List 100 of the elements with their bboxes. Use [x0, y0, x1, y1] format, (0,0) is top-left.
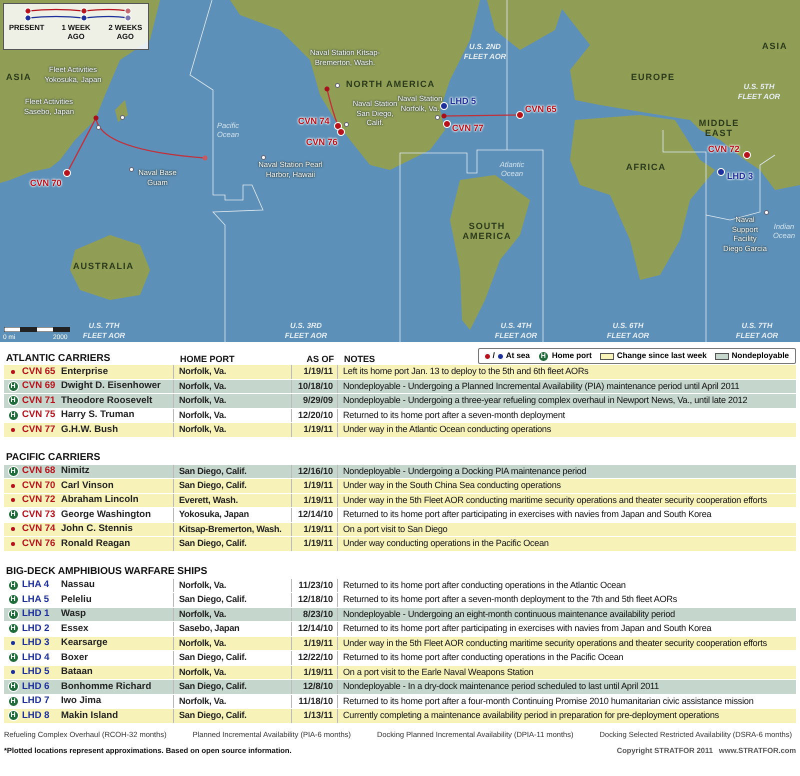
table-cell: Kitsap-Bremerton, Wash. — [174, 522, 292, 536]
hull-number: CVN 75 — [22, 409, 56, 422]
region-label: AFRICA — [626, 162, 666, 172]
table-cell: Yokosuka, Japan — [174, 508, 292, 522]
ship-name: Carl Vinson — [61, 480, 114, 492]
past-position-marker — [442, 114, 446, 118]
table-cell: 12/22/10 — [292, 651, 338, 664]
ship-name: Bataan — [61, 666, 93, 678]
ship-name: Bonhomme Richard — [61, 680, 152, 693]
table-cell: 1/19/11 — [292, 537, 338, 550]
past-position-marker — [324, 86, 330, 92]
ship-name: Theodore Roosevelt — [61, 394, 152, 407]
table-cell: Everett, Wash. — [174, 494, 292, 507]
region-label: ASIA — [762, 41, 788, 51]
table-cell: Norfolk, Va. — [174, 408, 292, 422]
hull-number: CVN 69 — [22, 380, 56, 392]
hull-number: LHD 3 — [22, 637, 50, 650]
table-cell: San Diego, Calif. — [174, 537, 292, 550]
table-cell-text: Nondeployable - Undergoing an eight-month continuous maintenance availability period — [342, 608, 676, 621]
table-cell: Norfolk, Va. — [174, 365, 292, 378]
column-header: AS OF — [305, 353, 335, 365]
hull-number: LHA 5 — [22, 594, 50, 606]
ship-name: Ronald Reagan — [61, 538, 130, 550]
ship-label: CVN 72 — [708, 144, 740, 154]
table-cell: 1/19/11 — [292, 494, 338, 507]
table-cell: Norfolk, Va. — [174, 394, 292, 408]
table-cell: 12/14/10 — [292, 622, 338, 636]
table-cell: 1/19/11 — [292, 479, 338, 492]
table-cell-text: Nondeployable - Undergoing a three-year refueling complex overhaul in Newport News, Va., until late 2012 — [342, 394, 748, 407]
past-position-marker — [202, 156, 208, 160]
ship-name: George Washington — [61, 508, 151, 521]
legend-label: Nondeployable — [732, 351, 789, 361]
table-cell-text: Under way in the South China Sea conducting operations — [342, 479, 562, 492]
table-cell-text: Returned to its home port after conducting operations in the Atlantic Ocean — [342, 578, 627, 592]
base-marker — [764, 210, 769, 215]
table-cell-text: Returned to its home port after participating in exercises with navies from Japan and South Korea — [342, 622, 712, 635]
table-cell: 11/18/10 — [292, 694, 338, 708]
table-cell: 12/14/10 — [292, 508, 338, 522]
table-cell-text: Nondeployable - In a dry-dock maintenance period scheduled to last until April 2011 — [342, 680, 660, 693]
legend-label: Home port — [552, 351, 592, 361]
table-cell: 11/23/10 — [292, 578, 338, 592]
table-cell: San Diego, Calif. — [174, 680, 292, 694]
hull-number: CVN 71 — [22, 394, 56, 407]
ship-name: Kearsarge — [61, 637, 108, 650]
hull-number: LHD 2 — [22, 622, 50, 635]
ship-name: Makin Island — [61, 710, 118, 722]
ship-label: CVN 74 — [298, 116, 330, 126]
hull-number: CVN 72 — [22, 494, 56, 506]
separator-text: / — [492, 351, 495, 361]
base-marker — [335, 83, 340, 88]
table-cell-text: Returned to its home port after a seven-month deployment — [342, 408, 566, 422]
table-cell: Norfolk, Va. — [174, 694, 292, 708]
ship-label: CVN 77 — [452, 123, 484, 133]
table-cell: San Diego, Calif. — [174, 479, 292, 492]
table-cell: 1/13/11 — [292, 709, 338, 722]
hull-number: CVN 68 — [22, 465, 56, 478]
base-marker — [344, 122, 349, 127]
table-cell-text: Returned to its home port after a seven-month deployment to the 7th and 5th fleet AORs — [342, 593, 678, 606]
hull-number: CVN 73 — [22, 508, 56, 521]
ship-name: G.H.W. Bush — [61, 424, 118, 436]
table-cell-text: Under way in the Atlantic Ocean conducting operations — [342, 423, 552, 436]
table-cell-text: Under way in the 5th Fleet AOR conducting maritime security operations and theater security cooperation efforts — [342, 636, 768, 650]
table-cell: Norfolk, Va. — [174, 666, 292, 679]
table-cell: 1/19/11 — [292, 666, 338, 679]
region-label: MIDDLE EAST — [698, 118, 740, 138]
ship-name: Enterprise — [61, 366, 108, 378]
ship-name: Abraham Lincoln — [61, 494, 139, 506]
ship-label: CVN 70 — [30, 178, 62, 188]
hull-number: LHD 7 — [22, 695, 50, 708]
region-label: EUROPE — [631, 72, 676, 82]
hull-number: LHD 4 — [22, 652, 50, 664]
hull-number: CVN 77 — [22, 424, 56, 436]
table-cell-text: Returned to its home port after participating in exercises with navies from Japan and South Korea — [342, 508, 712, 521]
column-header: NOTES — [344, 353, 376, 365]
ship-name: Harry S. Truman — [61, 409, 134, 422]
table-cell: 8/23/10 — [292, 608, 338, 621]
base-marker — [129, 167, 134, 172]
hull-number: CVN 76 — [22, 538, 56, 550]
ship-name: Essex — [61, 622, 88, 635]
table-cell: 1/19/11 — [292, 365, 338, 378]
region-label: AUSTRALIA — [73, 261, 134, 271]
table-cell: 12/16/10 — [292, 464, 338, 478]
table-cell: 12/18/10 — [292, 593, 338, 606]
hull-number: LHD 8 — [22, 710, 50, 722]
region-label: ASIA — [6, 72, 32, 82]
table-cell-text: Nondeployable - Undergoing a Docking PIA maintenance period — [342, 464, 588, 478]
section-title: BIG-DECK AMPHIBIOUS WARFARE SHIPS — [5, 564, 208, 578]
hull-number: CVN 74 — [22, 523, 56, 536]
table-cell: 10/18/10 — [292, 380, 338, 393]
section-title: ATLANTIC CARRIERS — [5, 352, 110, 365]
table-cell: 1/19/11 — [292, 423, 338, 436]
ship-name: Nassau — [61, 579, 95, 592]
ship-label: CVN 65 — [525, 104, 557, 114]
table-cell: Norfolk, Va. — [174, 636, 292, 650]
table-cell: 12/8/10 — [292, 680, 338, 694]
region-label: SOUTH AMERICA — [462, 221, 512, 241]
section-title: PACIFIC CARRIERS — [5, 450, 100, 464]
base-marker — [435, 115, 440, 120]
hull-number: CVN 65 — [22, 366, 56, 378]
table-cell-text: Returned to its home port after conducting operations in the Pacific Ocean — [342, 651, 624, 664]
